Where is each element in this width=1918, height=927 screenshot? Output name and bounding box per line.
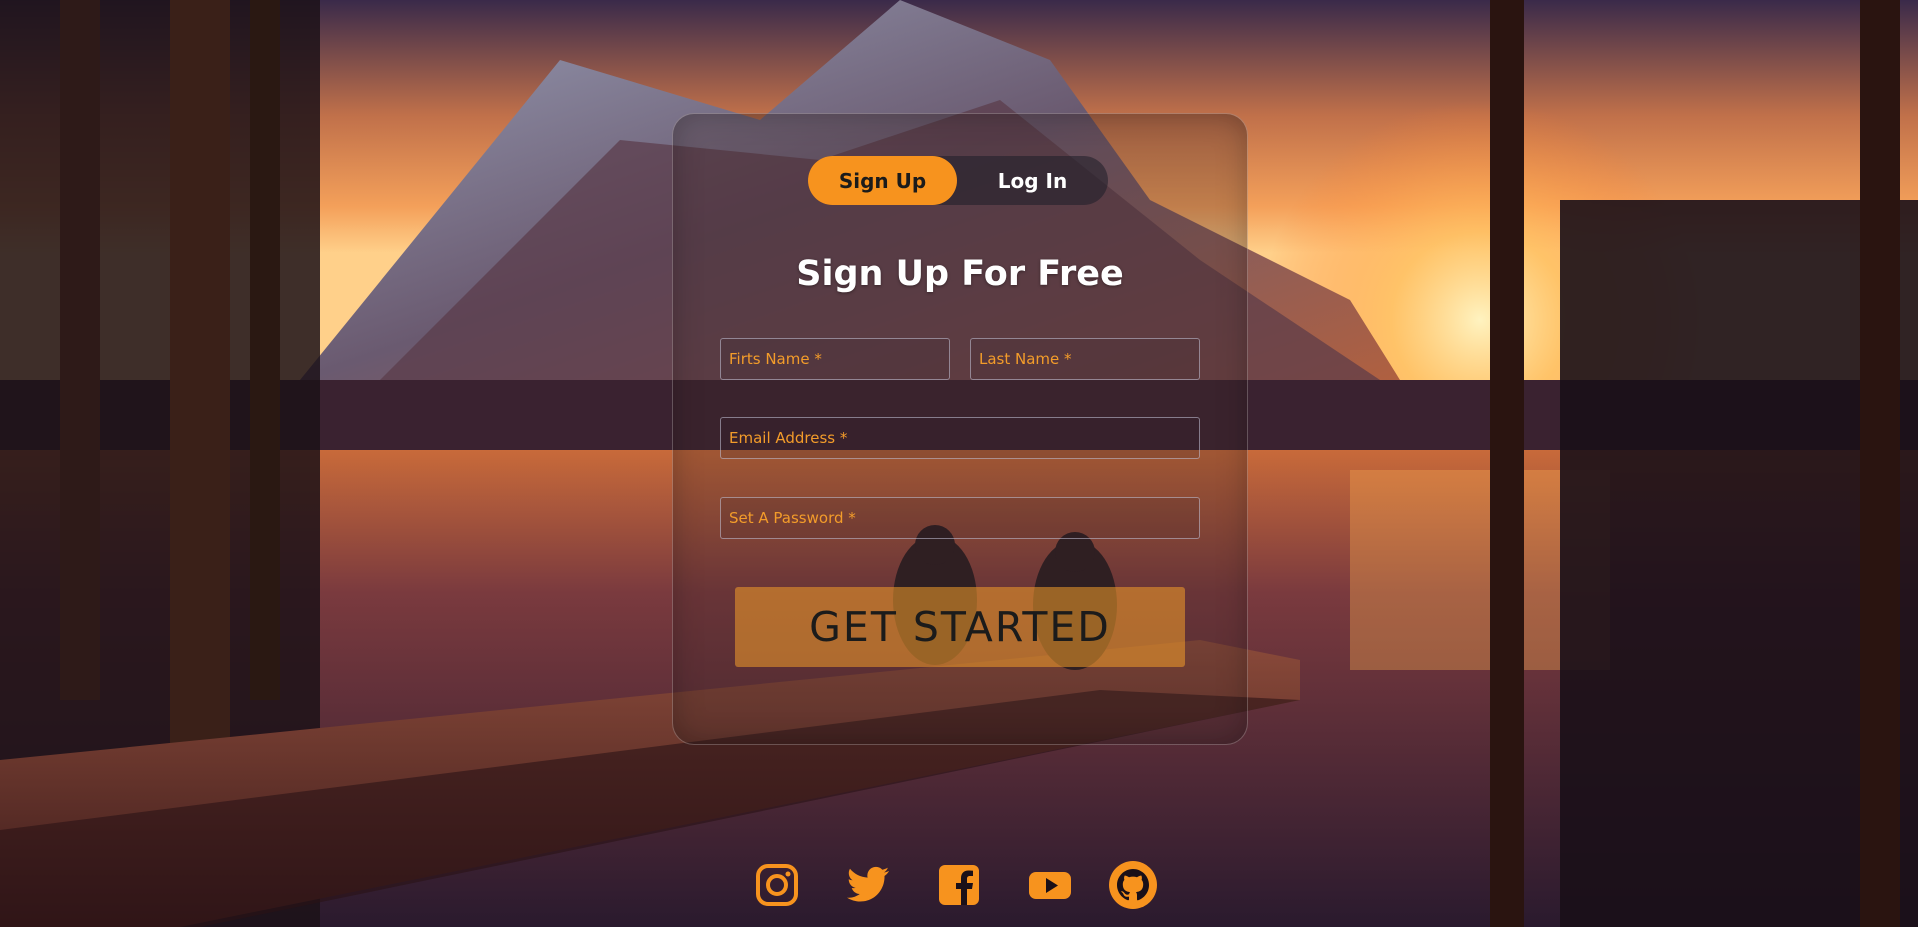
tab-log-in[interactable]: Log In [958, 156, 1107, 205]
password-field[interactable] [720, 497, 1200, 539]
facebook-icon[interactable] [934, 860, 984, 910]
email-field[interactable] [720, 417, 1200, 459]
signup-card: Sign Up Log In Sign Up For Free GET STAR… [672, 113, 1248, 745]
instagram-icon[interactable] [752, 860, 802, 910]
github-icon[interactable] [1108, 860, 1158, 910]
auth-tab-toggle: Sign Up Log In [808, 156, 1108, 205]
last-name-field[interactable] [970, 338, 1200, 380]
twitter-icon[interactable] [843, 860, 893, 910]
tab-sign-up[interactable]: Sign Up [808, 156, 957, 205]
first-name-field[interactable] [720, 338, 950, 380]
get-started-button[interactable]: GET STARTED [735, 587, 1185, 667]
form-title: Sign Up For Free [796, 254, 1124, 294]
social-links [0, 860, 1918, 910]
youtube-icon[interactable] [1025, 860, 1075, 910]
